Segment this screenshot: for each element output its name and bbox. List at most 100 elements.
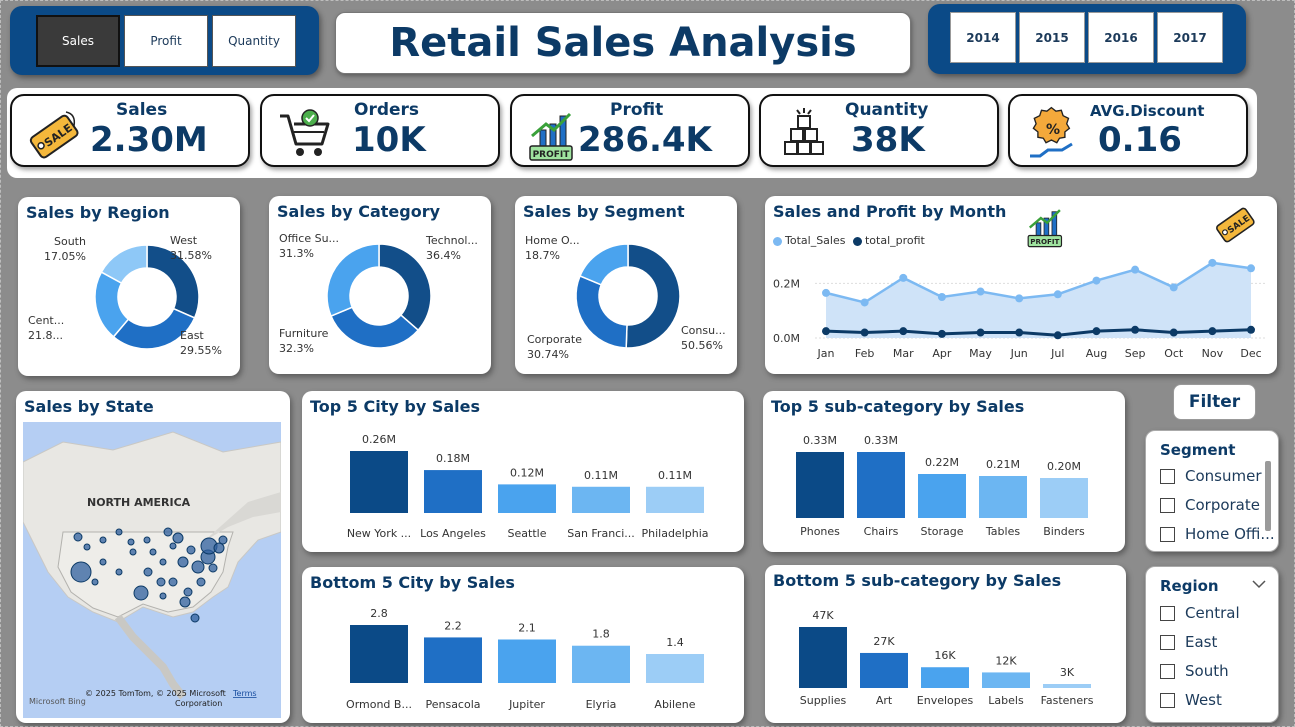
metric-button-quantity[interactable]: Quantity [212,15,296,67]
y-tick-label: 0.0M [773,332,800,345]
state-map[interactable]: NORTH AMERICA Microsoft Bing © 2025 TomT… [23,422,281,718]
bar[interactable] [424,470,482,513]
region-option-east[interactable]: East [1160,633,1217,651]
bar[interactable] [1040,478,1088,518]
donut-label-value: 29.55% [180,344,222,357]
data-point[interactable] [1131,265,1140,274]
data-point[interactable] [976,328,985,337]
data-point[interactable] [1092,276,1101,285]
bar-category-label: Philadelphia [641,527,708,540]
map-terms-link[interactable]: Terms [232,689,257,698]
bar[interactable] [918,474,966,518]
data-point[interactable] [1169,283,1178,292]
bar[interactable] [796,452,844,518]
bar[interactable] [498,639,556,684]
donut-label-value: 31.58% [170,249,212,262]
bar-value-label: 47K [812,609,834,622]
y-tick-label: 0.2M [773,277,800,290]
bottom-city-card: Bottom 5 City by Sales 2.8 Ormond B... 2.2… [302,567,744,723]
data-point[interactable] [822,327,830,336]
bar[interactable] [572,486,630,513]
checkbox[interactable] [1160,497,1175,513]
data-point[interactable] [1131,325,1140,334]
bar[interactable] [860,652,908,688]
bar[interactable] [982,672,1030,688]
data-point[interactable] [1015,328,1024,337]
discount-hand-icon: % [1030,106,1073,158]
kpi-row: SALE Sales 2.30M Orders 10K PROFIT Profi… [7,88,1257,178]
metric-button-sales[interactable]: Sales [36,15,120,67]
data-point[interactable] [1208,327,1217,336]
data-point[interactable] [899,327,908,336]
bar-category-label: Envelopes [917,694,974,707]
donut-label-name: South [53,235,86,248]
metric-button-profit[interactable]: Profit [124,15,208,67]
checkbox[interactable] [1160,663,1175,679]
donut-label-value: 31.3% [279,247,314,260]
data-point[interactable] [976,287,985,296]
bar[interactable] [646,486,704,513]
data-point[interactable] [860,328,869,337]
sales-profit-line-chart: 0.0M 0.2M Jan Feb Mar Apr May Jun Jul Aug Sep Oct No… [773,258,1265,360]
donut-slice[interactable] [625,243,681,349]
bar-category-label: Ormond B... [346,698,412,711]
donut-label-value: 50.56% [681,339,723,352]
bar[interactable] [857,452,905,518]
region-option-central[interactable]: Central [1160,604,1240,622]
checkbox[interactable] [1160,692,1175,708]
region-option-south[interactable]: South [1160,662,1229,680]
top-subcat-card: Top 5 sub-category by Sales 0.33M Phones 0… [763,391,1125,552]
data-point[interactable] [899,273,908,282]
data-point[interactable] [1092,327,1101,336]
data-point[interactable] [937,329,946,338]
donut-label-value: 21.8... [28,329,63,342]
checkbox[interactable] [1160,634,1175,650]
bar-value-label: 1.8 [592,628,610,641]
bar[interactable] [350,625,408,683]
bar-category-label: Storage [920,525,963,538]
slicer-scrollbar[interactable] [1265,461,1271,531]
donut-label-value: 30.74% [527,348,569,361]
chevron-down-icon[interactable] [1252,579,1266,589]
donut-label: East 29.55% [180,328,222,358]
checkbox[interactable] [1160,526,1175,542]
data-point[interactable] [1247,264,1255,273]
segment-option-home-office[interactable]: Home Offi... [1160,525,1275,543]
data-point[interactable] [937,293,946,301]
checkbox[interactable] [1160,468,1175,484]
year-button-2014[interactable]: 2014 [950,12,1016,63]
data-point[interactable] [1247,325,1255,334]
bar[interactable] [979,476,1027,518]
bar[interactable] [921,667,969,688]
data-point[interactable] [1208,258,1217,267]
bar[interactable] [424,637,482,683]
data-point[interactable] [1053,290,1062,299]
region-option-west[interactable]: West [1160,691,1222,709]
bar-category-label: New York ... [347,527,411,540]
bar[interactable] [572,645,630,683]
year-button-2016[interactable]: 2016 [1088,12,1154,63]
bar[interactable] [799,627,847,688]
year-button-2017[interactable]: 2017 [1157,12,1223,63]
donut-label-name: Cent... [28,314,65,327]
bar[interactable] [498,484,556,513]
segment-option-consumer[interactable]: Consumer [1160,467,1262,485]
kpi-label-sales: Sales [116,100,168,120]
segment-option-corporate[interactable]: Corporate [1160,496,1260,514]
donut-slice[interactable] [378,243,432,332]
bar[interactable] [350,451,408,513]
bar-category-label: Seattle [508,527,547,540]
bar[interactable] [646,654,704,683]
boxes-icon [784,108,824,155]
data-point[interactable] [860,298,869,307]
year-button-2015[interactable]: 2015 [1019,12,1085,63]
data-point[interactable] [1169,328,1178,337]
checkbox[interactable] [1160,605,1175,621]
donut-label-name: Furniture [279,327,329,340]
data-point[interactable] [1053,331,1062,340]
donut-slice[interactable] [579,243,629,286]
donut-slice[interactable] [575,274,628,349]
bar[interactable] [1043,684,1091,688]
data-point[interactable] [1015,294,1024,303]
data-point[interactable] [822,288,830,297]
